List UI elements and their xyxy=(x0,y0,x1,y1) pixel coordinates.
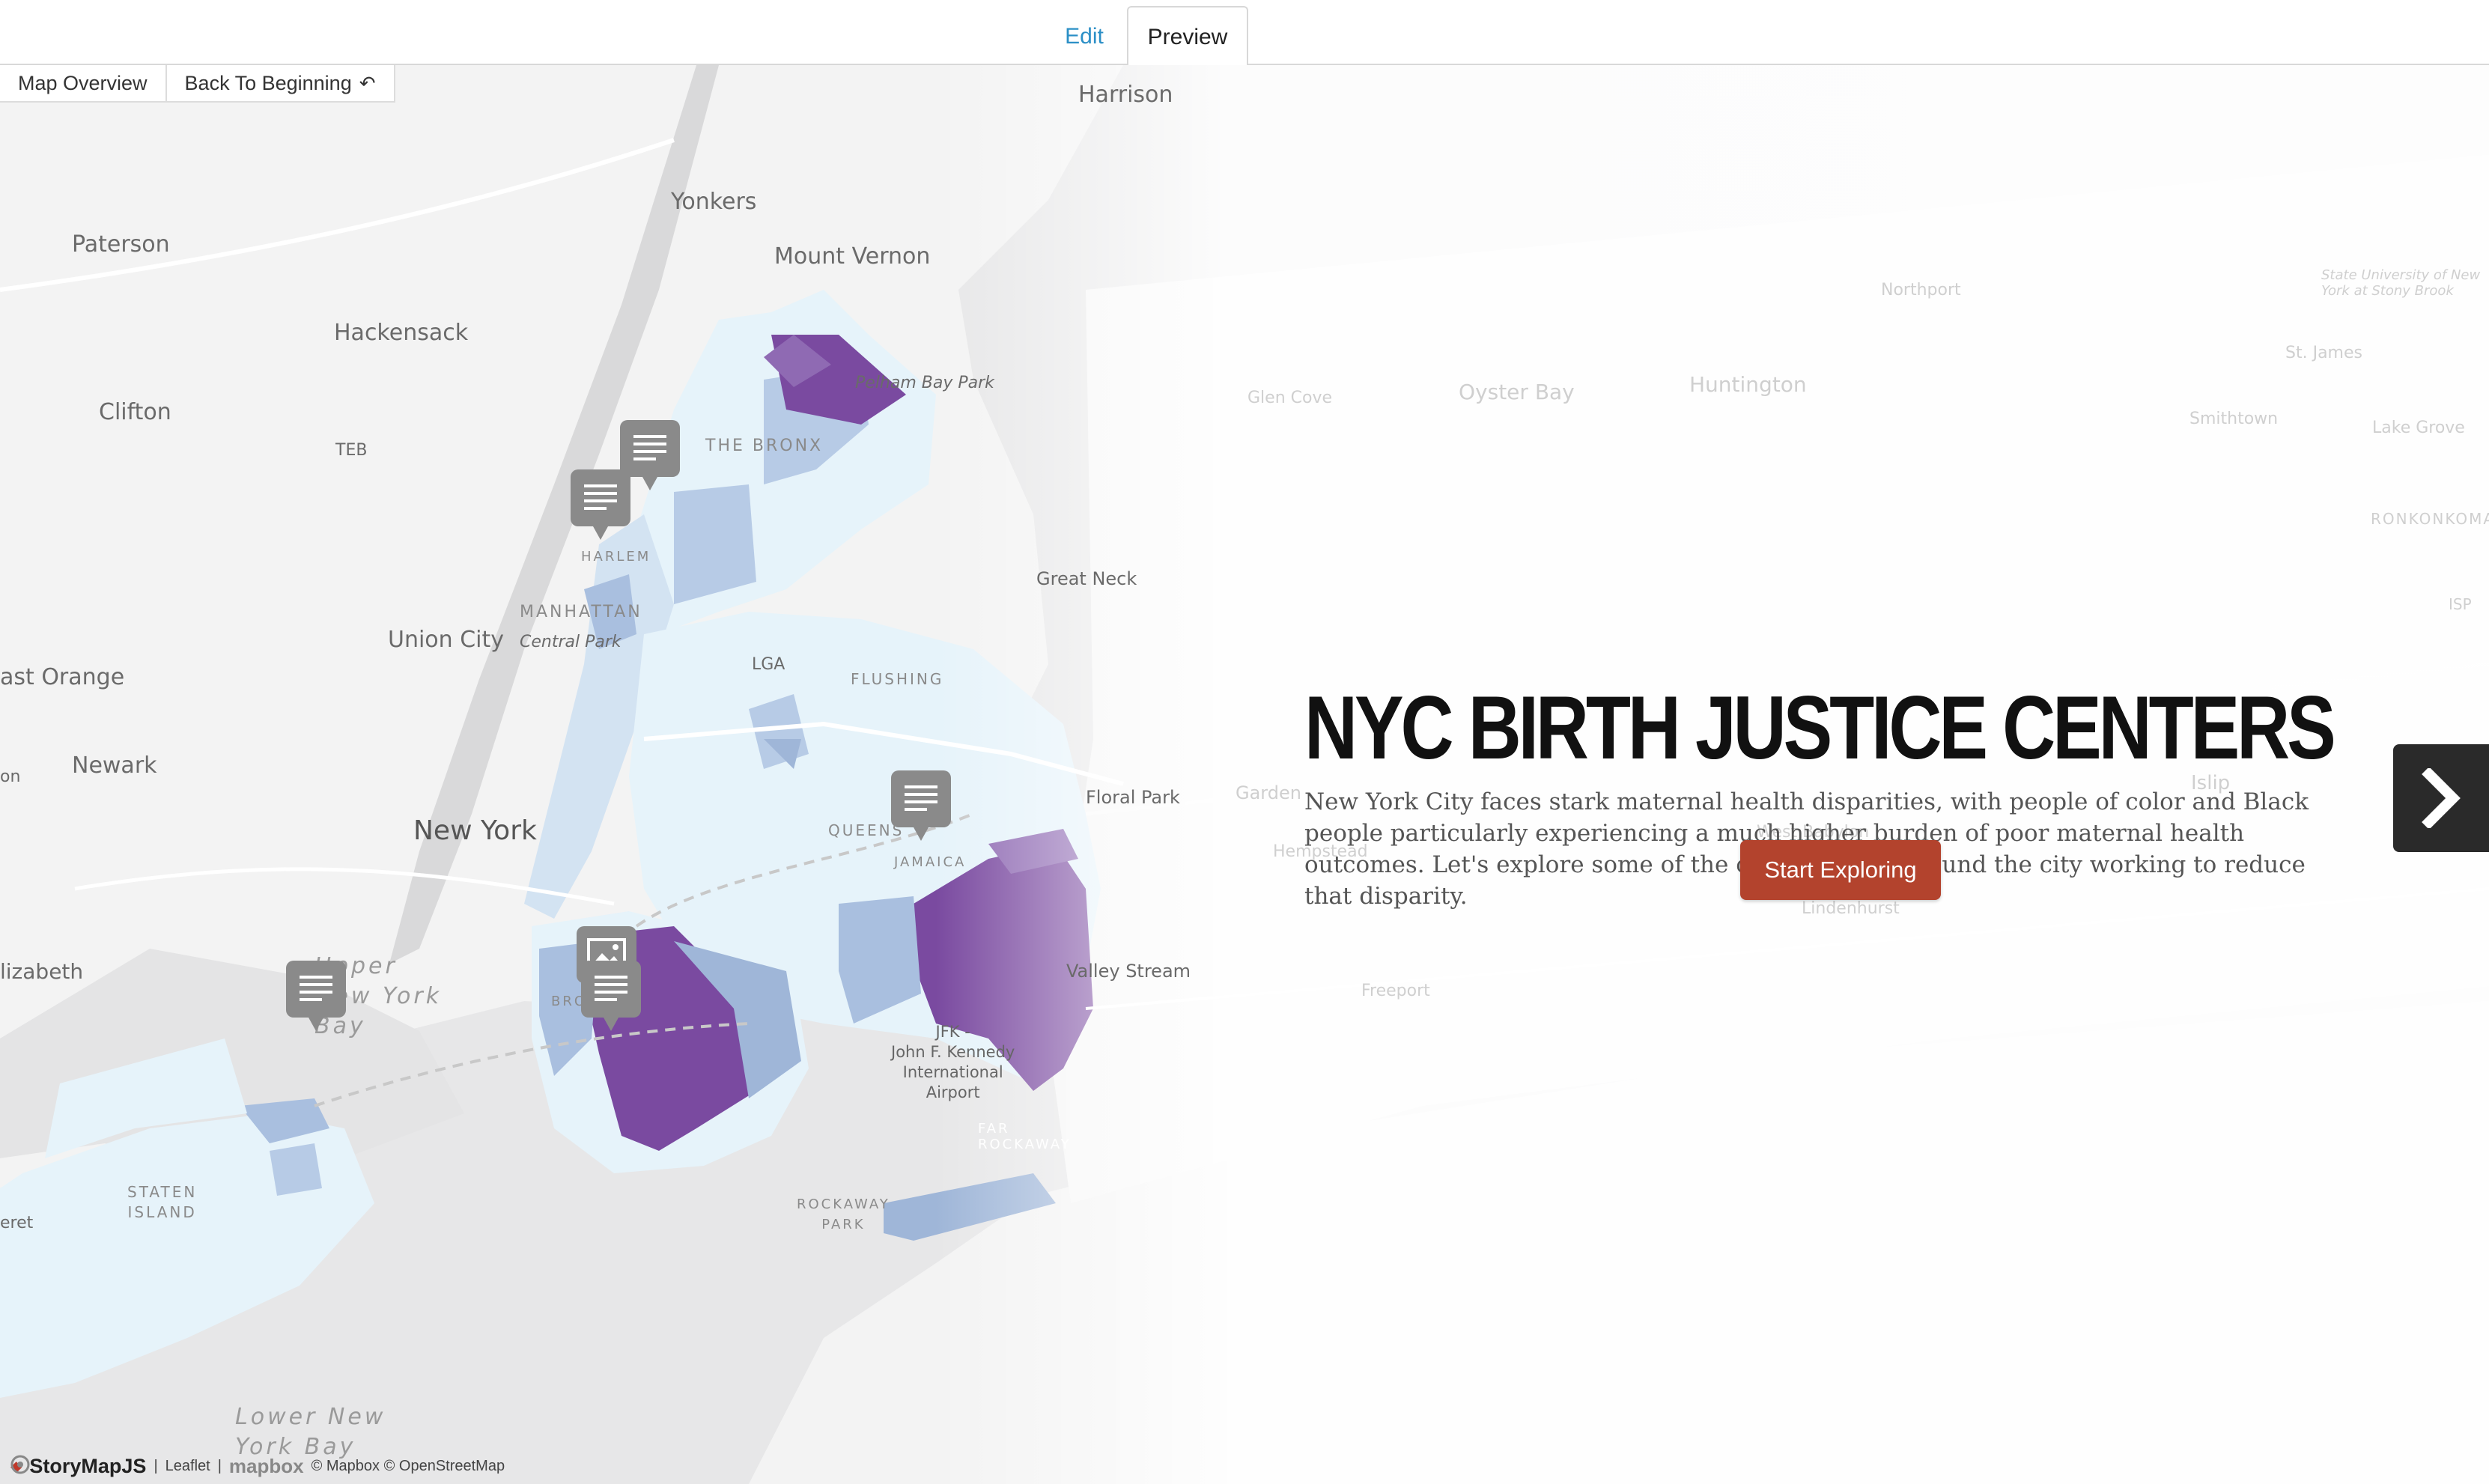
map-label-teb: TEB xyxy=(335,441,368,460)
marker-brooklyn-text[interactable] xyxy=(581,961,641,1033)
map-label-flushing: FLUSHING xyxy=(851,670,944,688)
map-label-manhattan: MANHATTAN xyxy=(520,603,642,621)
text-doc-icon xyxy=(581,961,641,1031)
slide-title: NYC BIRTH JUSTICE CENTERS xyxy=(1304,678,2336,778)
map-attribution: ◆ StoryMapJS | Leaflet | mapbox © Mapbox… xyxy=(10,1455,505,1478)
attrib-separator: | xyxy=(217,1458,222,1474)
map-label-floral-park: Floral Park xyxy=(1086,787,1180,808)
map-label-lower-ny-bay: Lower New York Bay xyxy=(235,1404,386,1460)
next-slide-button[interactable] xyxy=(2393,744,2489,852)
map-label-staten-island: STATEN ISLAND xyxy=(127,1183,198,1221)
storymap-navbar: Map Overview Back To Beginning ↶ xyxy=(0,65,395,103)
back-to-beginning-button[interactable]: Back To Beginning ↶ xyxy=(167,65,394,101)
map-label-valley-stream: Valley Stream xyxy=(1066,961,1191,982)
start-exploring-button[interactable]: Start Exploring xyxy=(1740,840,1941,900)
map-label-jamaica: JAMAICA xyxy=(894,854,967,870)
map-label-elizabeth: lizabeth xyxy=(0,959,84,984)
map-label-far-rockaway: FAR ROCKAWAY xyxy=(978,1121,1072,1152)
map-label-on: on xyxy=(0,767,21,786)
map-label-stony-brook: State University of New York at Stony Br… xyxy=(2321,267,2481,299)
tab-edit[interactable]: Edit xyxy=(1048,6,1120,67)
chevron-right-icon xyxy=(2422,768,2461,828)
map-label-glen-cove: Glen Cove xyxy=(1247,389,1333,407)
map-label-garden-city: Garden xyxy=(1236,782,1301,803)
mapbox-logo-icon[interactable]: mapbox xyxy=(10,1455,304,1478)
text-doc-icon xyxy=(891,770,951,841)
map-label-lake-grove: Lake Grove xyxy=(2372,419,2465,437)
map-label-harrison: Harrison xyxy=(1078,82,1173,108)
mapbox-mark-icon xyxy=(10,1455,30,1474)
map-label-northport: Northport xyxy=(1881,281,1961,299)
map-label-isp: ISP xyxy=(2449,595,2472,613)
map-label-pelham: Pelham Bay Park xyxy=(855,374,994,392)
map-label-lga: LGA xyxy=(752,655,785,674)
marker-queens[interactable] xyxy=(891,770,951,842)
map-label-harlem: HARLEM xyxy=(581,549,651,565)
map-label-union-city: Union City xyxy=(388,627,505,653)
map-label-rockaway-park: ROCKAWAY PARK xyxy=(797,1196,890,1232)
map-label-bronx: THE BRONX xyxy=(705,437,824,455)
map-label-carteret: eret xyxy=(0,1214,34,1232)
map-label-paterson: Paterson xyxy=(72,231,170,258)
editor-topbar: Edit Preview xyxy=(0,0,2489,67)
map-label-oyster-bay: Oyster Bay xyxy=(1459,380,1575,404)
back-to-beginning-label: Back To Beginning xyxy=(184,71,352,94)
marker-harlem-lower[interactable] xyxy=(571,469,630,541)
map-label-great-neck: Great Neck xyxy=(1036,568,1137,589)
leaflet-link[interactable]: Leaflet xyxy=(165,1458,210,1475)
map-label-central-park: Central Park xyxy=(520,633,622,651)
map-overview-button[interactable]: Map Overview xyxy=(0,65,167,101)
map-canvas[interactable]: Harrison Yonkers Paterson Mount Vernon H… xyxy=(0,65,2489,1484)
map-copyright[interactable]: © Mapbox © OpenStreetMap xyxy=(311,1458,505,1475)
back-arrow-icon: ↶ xyxy=(359,71,376,94)
tab-preview[interactable]: Preview xyxy=(1127,6,1248,67)
map-label-smithtown: Smithtown xyxy=(2189,410,2279,428)
text-doc-icon xyxy=(286,961,346,1031)
map-label-yonkers: Yonkers xyxy=(671,189,757,215)
text-doc-icon xyxy=(571,469,630,540)
map-label-huntington: Huntington xyxy=(1689,372,1807,397)
storymapjs-brand[interactable]: StoryMapJS xyxy=(29,1455,146,1478)
map-overview-label: Map Overview xyxy=(18,71,148,94)
map-label-hackensack: Hackensack xyxy=(334,320,469,346)
map-label-jfk: JFK - John F. Kennedy International Airp… xyxy=(891,1023,1015,1101)
map-label-east-orange: ast Orange xyxy=(0,664,125,690)
map-label-newark: Newark xyxy=(72,752,157,779)
mapbox-logo-text: mapbox xyxy=(228,1455,304,1477)
attrib-separator: | xyxy=(154,1458,158,1474)
map-label-clifton: Clifton xyxy=(99,399,171,425)
map-label-mount-vernon: Mount Vernon xyxy=(774,243,931,270)
map-label-st-james: St. James xyxy=(2285,344,2362,362)
map-label-ronkonkoma: RONKONKOMA xyxy=(2371,510,2489,528)
marker-staten-island[interactable] xyxy=(286,961,346,1033)
map-label-new-york: New York xyxy=(413,815,537,846)
map-label-freeport: Freeport xyxy=(1361,982,1430,1000)
